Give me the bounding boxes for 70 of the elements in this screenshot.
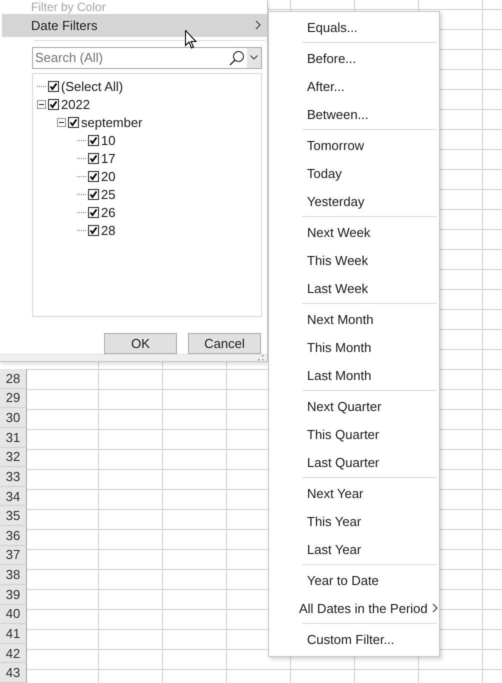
row-header[interactable]: 28 xyxy=(0,369,27,389)
checkbox[interactable] xyxy=(88,153,99,164)
menu-item[interactable]: Today xyxy=(269,159,439,187)
menu-item[interactable]: Last Quarter xyxy=(269,448,439,476)
row-header[interactable]: 33 xyxy=(0,467,27,487)
menu-item[interactable]: Next Week xyxy=(269,218,439,246)
tree-item-label[interactable]: 28 xyxy=(101,223,116,238)
search-box[interactable]: Search (All) xyxy=(32,46,262,69)
row-header[interactable]: 38 xyxy=(0,565,27,585)
menu-item[interactable]: Year to Date xyxy=(269,566,439,594)
row-header[interactable]: 29 xyxy=(0,388,27,408)
checkbox[interactable] xyxy=(68,117,79,128)
mouse-cursor-icon xyxy=(185,30,197,49)
menu-item[interactable]: Custom Filter... xyxy=(269,625,439,653)
tree-item-label[interactable]: 26 xyxy=(101,205,116,220)
checkbox[interactable] xyxy=(48,99,59,110)
search-field[interactable]: Search (All) xyxy=(33,50,229,66)
ok-button[interactable]: OK xyxy=(104,333,177,354)
menu-item[interactable]: Last Year xyxy=(269,535,439,563)
tree-item-label[interactable]: 2022 xyxy=(61,97,90,112)
row-header[interactable]: 34 xyxy=(0,486,27,506)
menu-item[interactable]: This Week xyxy=(269,246,439,274)
row-header[interactable]: 36 xyxy=(0,526,27,546)
collapse-icon[interactable] xyxy=(37,100,46,110)
row-header[interactable]: 35 xyxy=(0,506,27,526)
row-header[interactable]: 43 xyxy=(0,663,27,683)
row-header[interactable]: 42 xyxy=(0,644,27,664)
menu-item[interactable]: This Month xyxy=(269,333,439,361)
menu-item[interactable]: Next Year xyxy=(269,479,439,507)
tree-item-label[interactable]: september xyxy=(81,115,142,130)
cancel-button[interactable]: Cancel xyxy=(188,333,261,354)
checkbox[interactable] xyxy=(88,135,99,146)
search-icon xyxy=(229,50,245,66)
row-header[interactable]: 39 xyxy=(0,584,27,604)
caret-down-icon xyxy=(250,55,258,60)
menu-item[interactable]: Next Month xyxy=(269,305,439,333)
chevron-right-icon xyxy=(255,20,261,30)
menu-item[interactable]: Next Quarter xyxy=(269,392,439,420)
tree-item-label[interactable]: (Select All) xyxy=(61,79,124,94)
menu-item[interactable]: Tomorrow xyxy=(269,131,439,159)
tree-item-label[interactable]: 20 xyxy=(101,169,116,184)
menu-item[interactable]: Date Filters xyxy=(2,14,267,37)
tree-item-label[interactable]: 10 xyxy=(101,133,116,148)
menu-item[interactable]: After... xyxy=(269,72,439,100)
row-header[interactable]: 30 xyxy=(0,408,27,428)
menu-item[interactable]: All Dates in the Period xyxy=(269,594,439,622)
chevron-right-icon xyxy=(432,603,438,613)
row-header[interactable]: 41 xyxy=(0,624,27,644)
resize-grip-icon[interactable] xyxy=(258,355,264,361)
menu-item[interactable]: Yesterday xyxy=(269,187,439,215)
checkbox[interactable] xyxy=(88,225,99,236)
menu-item[interactable]: Last Month xyxy=(269,361,439,389)
row-header[interactable]: 37 xyxy=(0,546,27,566)
checkbox[interactable] xyxy=(88,207,99,218)
checkbox[interactable] xyxy=(88,171,99,182)
checkbox[interactable] xyxy=(88,189,99,200)
menu-item[interactable]: This Quarter xyxy=(269,420,439,448)
tree-item-label[interactable]: 25 xyxy=(101,187,116,202)
menu-item[interactable]: Last Week xyxy=(269,274,439,302)
row-header[interactable]: 40 xyxy=(0,604,27,624)
tree-item-label[interactable]: 17 xyxy=(101,151,116,166)
dropdown-button[interactable] xyxy=(247,48,261,68)
menu-item[interactable]: Between... xyxy=(269,100,439,128)
checkbox[interactable] xyxy=(48,81,59,92)
row-header[interactable]: 32 xyxy=(0,448,27,468)
menu-item[interactable]: Equals... xyxy=(269,13,439,41)
menu-item[interactable]: Before... xyxy=(269,44,439,72)
menu-item[interactable]: This Year xyxy=(269,507,439,535)
row-header[interactable]: 31 xyxy=(0,428,27,448)
collapse-icon[interactable] xyxy=(57,118,66,128)
